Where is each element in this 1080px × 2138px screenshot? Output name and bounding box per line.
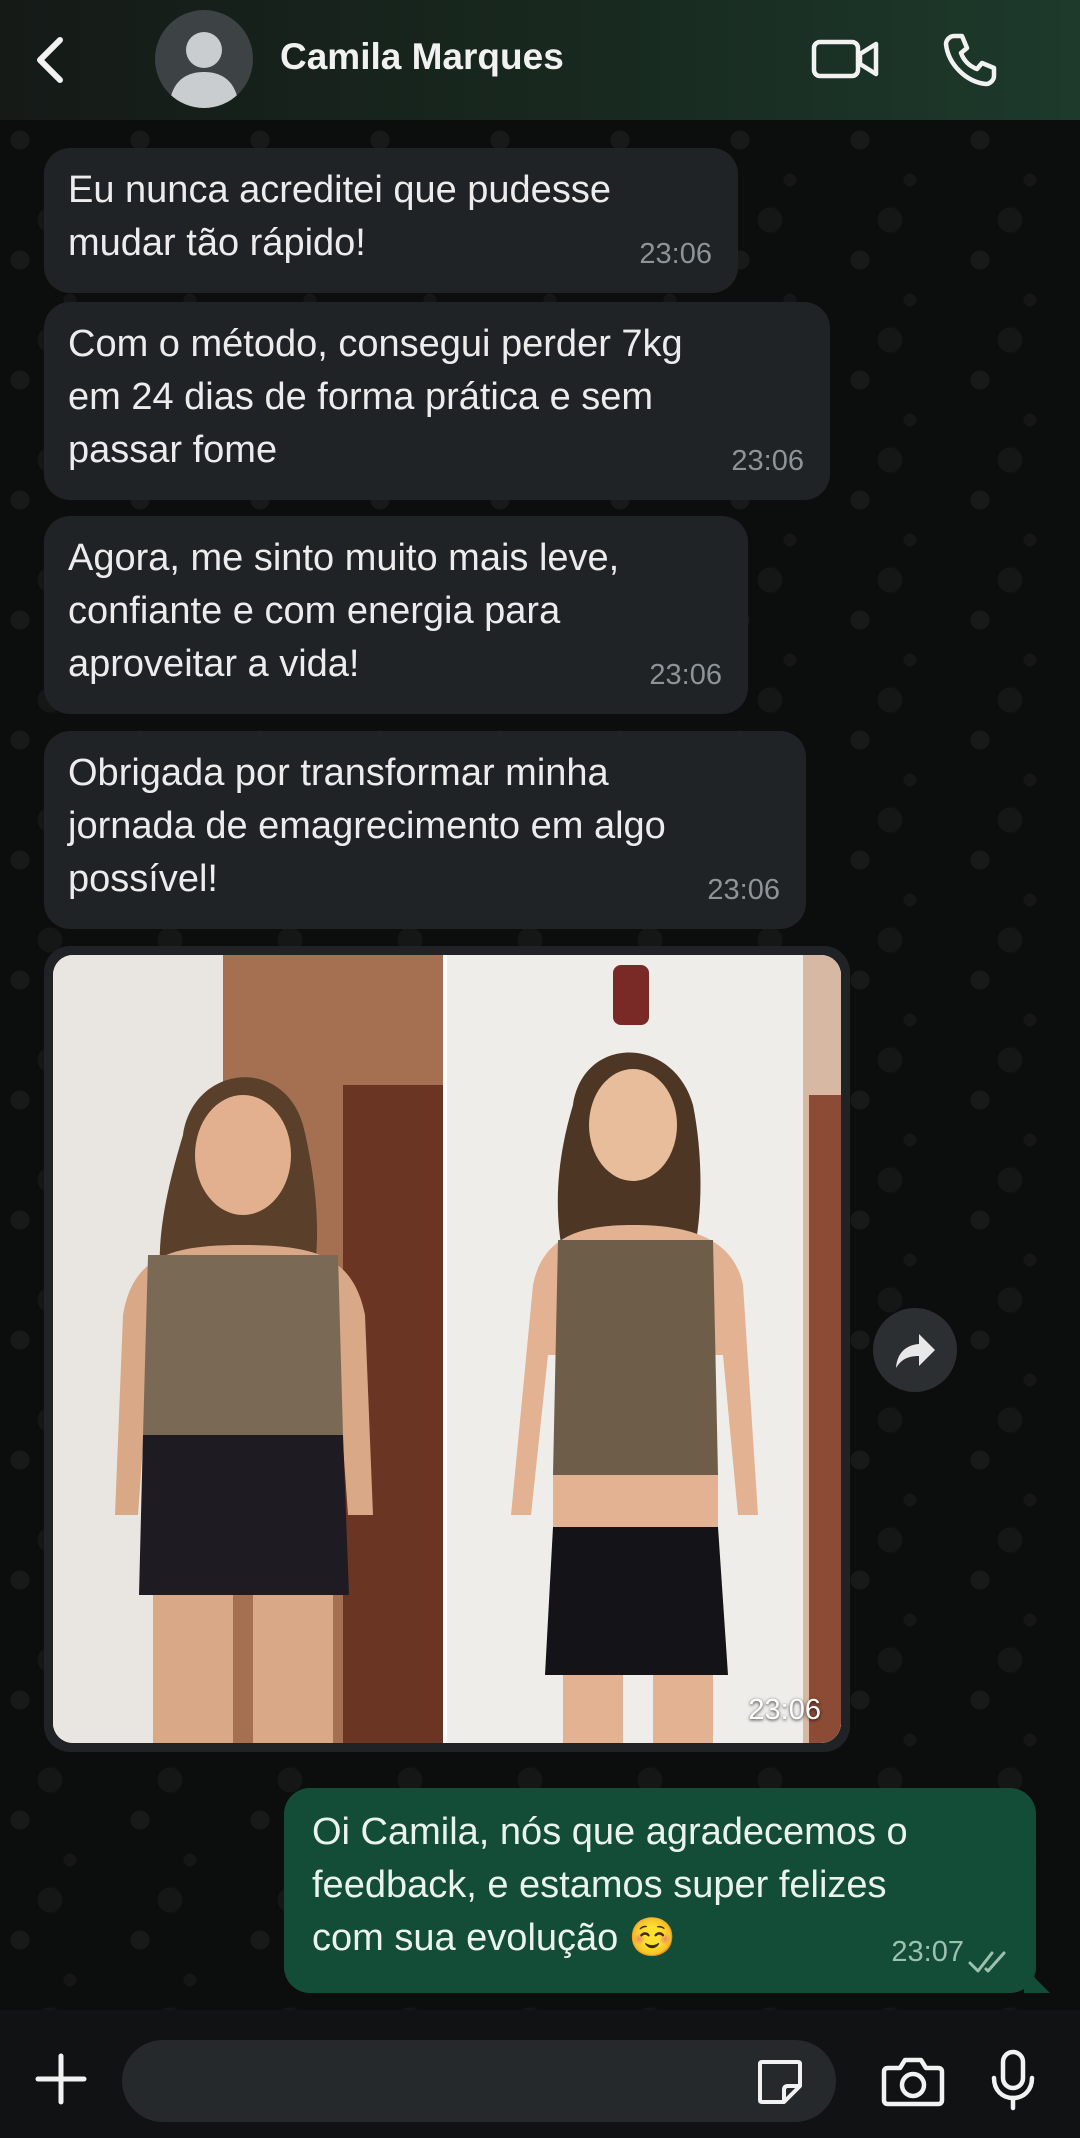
message-bubble-incoming[interactable]: Eu nunca acreditei que pudesse mudar tão… [44,148,738,293]
message-text: Agora, me sinto muito mais leve, confian… [68,537,620,685]
message-bubble-incoming[interactable]: Com o método, consegui perder 7kg em 24 … [44,302,830,500]
message-text: Eu nunca acreditei que pudesse mudar tão… [68,169,611,264]
composer-bar [0,2010,1080,2138]
phone-icon[interactable] [940,30,1000,90]
bubble-tail [1024,1967,1050,1993]
message-input[interactable] [122,2040,836,2122]
message-time: 23:06 [748,1694,821,1726]
message-bubble-incoming[interactable]: Obrigada por transformar minha jornada d… [44,731,806,929]
forward-icon [896,1334,935,1368]
contact-name[interactable]: Camila Marques [280,36,564,78]
read-ticks-icon [968,1951,1006,1973]
message-bubble-outgoing[interactable]: Oi Camila, nós que agradecemos o feedbac… [284,1788,1050,1993]
image-message-bubble[interactable]: 23:06 [44,946,850,1752]
photo-illustration [53,955,841,1743]
message-bubble-incoming[interactable]: Agora, me sinto muito mais leve, confian… [44,516,748,714]
sticker-icon[interactable] [754,2056,806,2108]
avatar[interactable] [155,10,253,108]
chat-header: Camila Marques [0,0,1080,120]
message-time: 23:06 [649,659,722,691]
video-call-icon[interactable] [810,34,880,84]
mic-icon[interactable] [988,2048,1038,2112]
camera-icon[interactable] [880,2054,946,2108]
before-after-photo[interactable]: 23:06 [53,955,841,1743]
plus-icon[interactable] [34,2052,88,2106]
back-icon[interactable] [30,34,70,86]
message-time: 23:07 [891,1936,964,1968]
forward-button[interactable] [873,1308,957,1392]
message-text: Obrigada por transformar minha jornada d… [68,752,666,900]
message-text: Com o método, consegui perder 7kg em 24 … [68,323,683,471]
default-avatar-icon [169,32,239,108]
message-time: 23:06 [731,445,804,477]
message-time: 23:06 [707,874,780,906]
message-time: 23:06 [639,238,712,270]
